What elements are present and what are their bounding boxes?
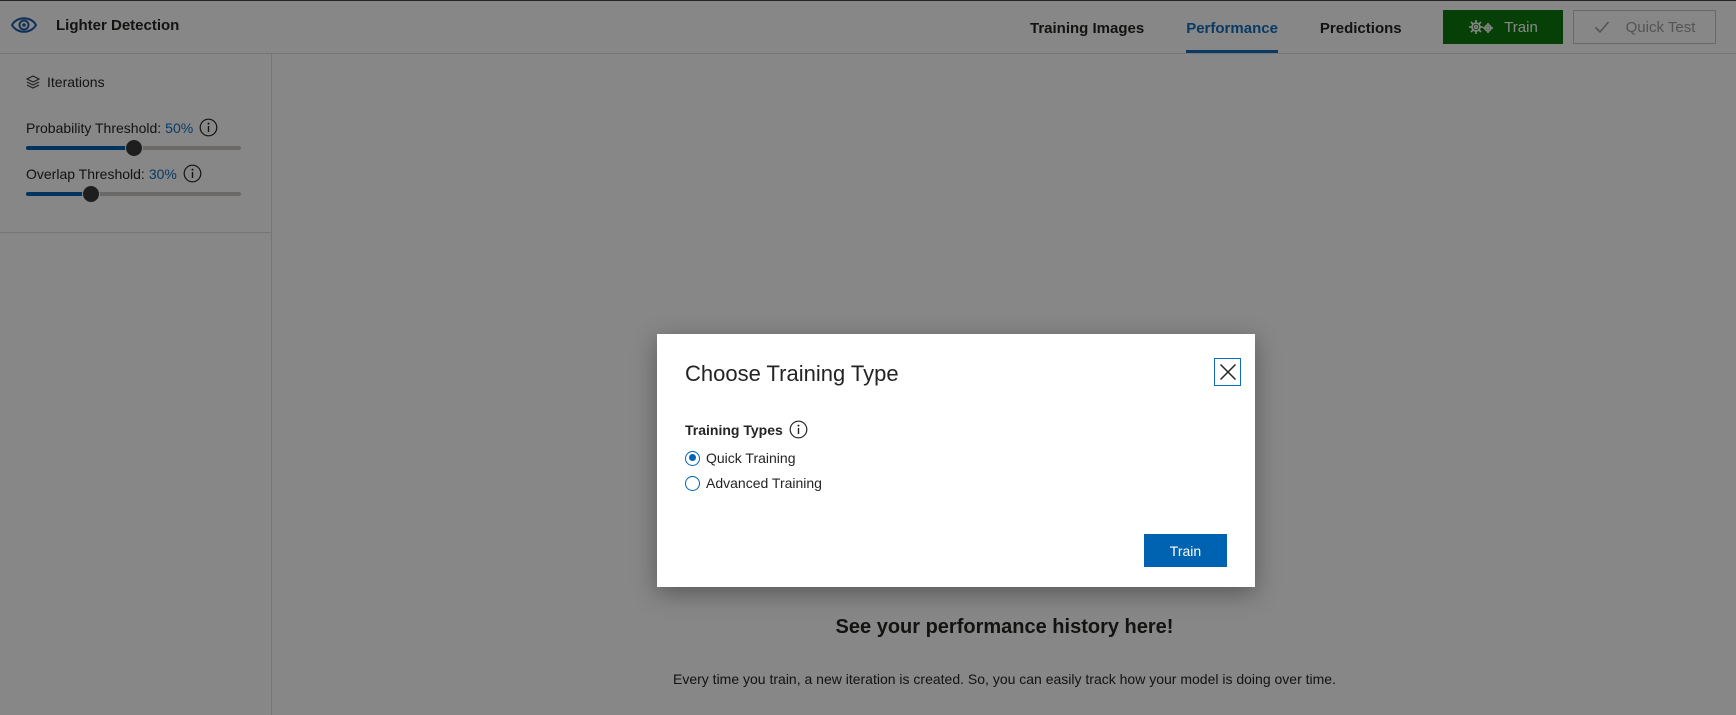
radio-button[interactable] — [685, 450, 700, 466]
dialog-train-button[interactable]: Train — [1144, 534, 1227, 567]
dialog-title: Choose Training Type — [685, 361, 899, 386]
radio-advanced-training-label: Advanced Training — [706, 475, 822, 491]
close-icon — [1219, 363, 1236, 381]
radio-quick-training-label: Quick Training — [706, 450, 796, 466]
training-types-text: Training Types — [685, 421, 783, 438]
info-icon[interactable] — [789, 420, 808, 439]
radio-quick-training[interactable]: Quick Training — [685, 450, 795, 466]
close-button[interactable] — [1214, 358, 1241, 386]
radio-advanced-training[interactable]: Advanced Training — [685, 475, 822, 491]
training-types-label: Training Types — [685, 420, 808, 439]
radio-button[interactable] — [685, 475, 700, 491]
choose-training-type-dialog: Choose Training Type Training Types Quic… — [657, 334, 1255, 587]
